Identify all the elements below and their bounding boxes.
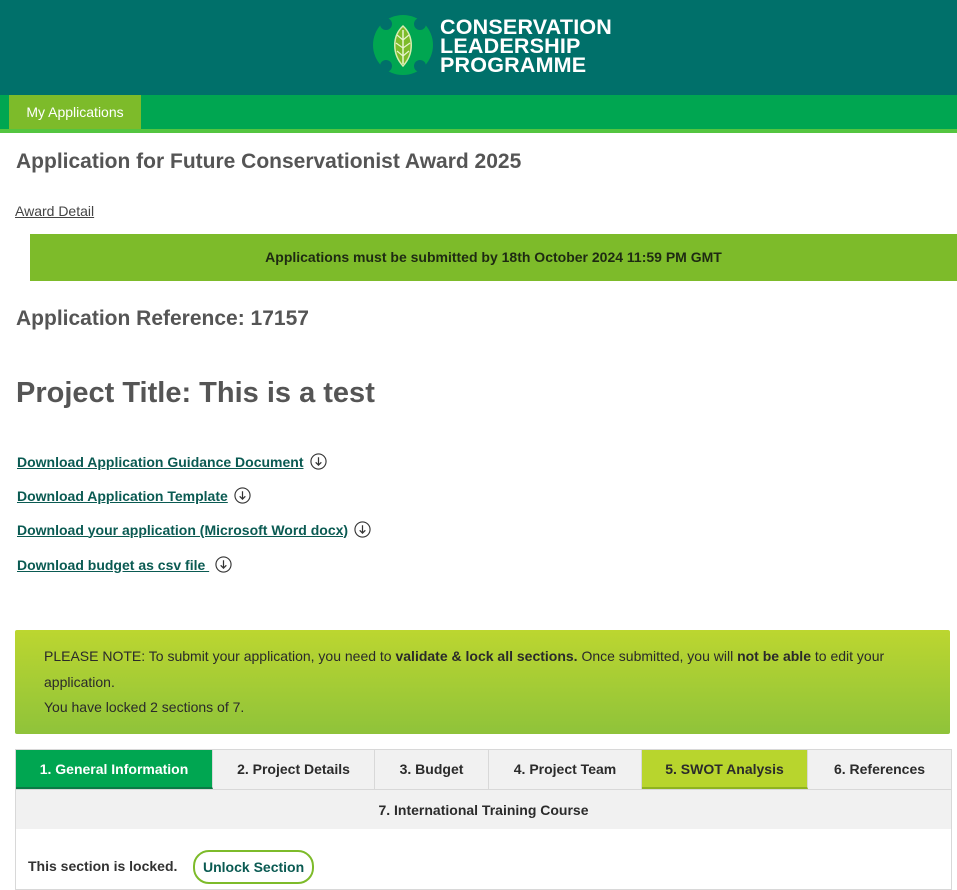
download-guidance-link[interactable]: Download Application Guidance Document	[17, 453, 327, 470]
note-bold-validate: validate & lock all sections.	[395, 648, 578, 664]
clp-logo[interactable]: CONSERVATION LEADERSHIP PROGRAMME	[372, 14, 612, 76]
page-title: Application for Future Conservationist A…	[16, 150, 522, 173]
logo-wordmark: CONSERVATION LEADERSHIP PROGRAMME	[440, 16, 612, 77]
nav-tab-my-applications[interactable]: My Applications	[9, 95, 141, 129]
note-suffix: to edit your	[810, 648, 885, 664]
tab-project-team[interactable]: 4. Project Team	[489, 750, 642, 789]
note-line-1: PLEASE NOTE: To submit your application,…	[44, 643, 884, 669]
note-locked-count: You have locked 2 sections of 7.	[44, 699, 245, 715]
tab-general-information[interactable]: 1. General Information	[16, 750, 213, 789]
tab-references[interactable]: 6. References	[808, 750, 951, 789]
download-word-link[interactable]: Download your application (Microsoft Wor…	[17, 521, 371, 538]
application-reference: Application Reference: 17157	[16, 307, 309, 330]
unlock-section-button[interactable]: Unlock Section	[193, 850, 315, 884]
note-line-2: application.	[44, 674, 115, 690]
download-word-label: Download your application (Microsoft Wor…	[17, 521, 349, 538]
download-circle-icon	[354, 521, 371, 538]
submission-note: PLEASE NOTE: To submit your application,…	[15, 630, 950, 734]
download-budget-label: Download budget as csv file	[17, 556, 210, 573]
section-tabs: 1. General Information 2. Project Detail…	[15, 749, 952, 831]
main-nav: My Applications	[0, 95, 957, 133]
tab-budget[interactable]: 3. Budget	[375, 750, 489, 789]
note-prefix: PLEASE NOTE: To submit your application,…	[44, 648, 396, 664]
download-circle-icon	[309, 453, 327, 470]
deadline-banner: Applications must be submitted by 18th O…	[30, 234, 957, 281]
download-circle-icon	[234, 487, 251, 504]
leaf-logo-icon	[373, 15, 433, 75]
site-header: CONSERVATION LEADERSHIP PROGRAMME	[0, 0, 957, 95]
project-title: Project Title: This is a test	[16, 377, 375, 409]
download-guidance-label: Download Application Guidance Document	[17, 453, 304, 470]
section-locked-status: This section is locked.	[28, 858, 178, 874]
award-detail-link[interactable]: Award Detail	[15, 203, 94, 219]
note-middle: Once submitted, you will	[577, 648, 738, 664]
download-template-label: Download Application Template	[17, 487, 228, 504]
tab-project-details[interactable]: 2. Project Details	[213, 750, 375, 789]
logo-line-3: PROGRAMME	[440, 53, 587, 77]
note-bold-not-able: not be able	[737, 648, 811, 664]
section-panel: This section is locked. Unlock Section	[15, 829, 952, 890]
tab-swot-analysis[interactable]: 5. SWOT Analysis	[642, 750, 808, 789]
download-template-link[interactable]: Download Application Template	[17, 487, 251, 504]
download-budget-link[interactable]: Download budget as csv file	[17, 556, 232, 573]
download-circle-icon	[215, 556, 232, 573]
tab-international-training-course[interactable]: 7. International Training Course	[16, 789, 951, 830]
